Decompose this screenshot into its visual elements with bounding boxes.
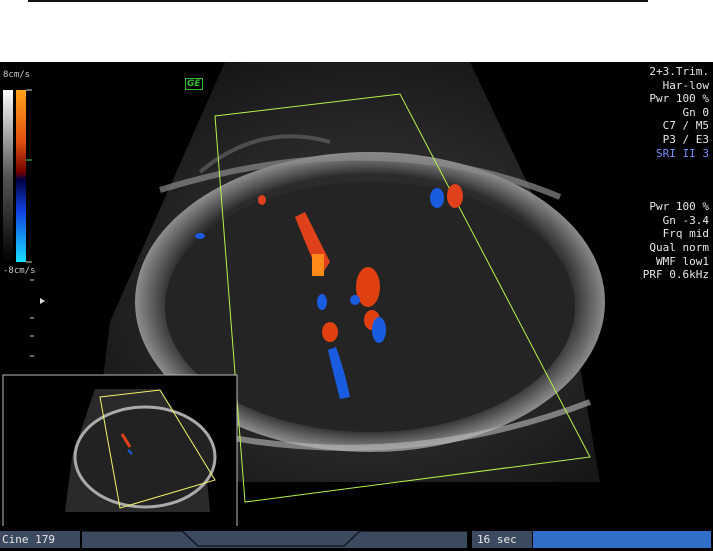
setting-cf-power: Pwr 100 % — [649, 200, 709, 214]
ultrasound-image — [2, 62, 605, 529]
setting-trimester: 2+3.Trim. — [649, 65, 709, 78]
setting-quality: Qual norm — [649, 240, 709, 254]
velocity-scale-top: 8cm/s — [3, 70, 31, 80]
setting-gain: Gn 0 — [682, 105, 710, 119]
cine-progress-fill — [533, 531, 711, 548]
inset-overview — [2, 374, 238, 529]
setting-persistence: P3 / E3 — [662, 132, 709, 146]
cine-scrubber[interactable] — [82, 531, 467, 548]
depth-markers — [30, 279, 34, 357]
setting-sri: SRI II 3 — [656, 146, 709, 160]
setting-frequency: Frq mid — [662, 227, 709, 241]
top-rule — [28, 0, 648, 2]
setting-cf-gain: Gn -3.4 — [662, 213, 709, 227]
velocity-scale-bottom: -8cm/s — [3, 266, 36, 276]
focus-marker-icon — [40, 298, 45, 304]
duration-label: 16 sec — [472, 531, 532, 548]
setting-harmonic: Har-low — [662, 78, 709, 92]
settings-panel: 2+3.Trim. Har-low Pwr 100 % Gn 0 C7 / M5… — [643, 65, 709, 282]
setting-wall-filter: WMF low1 — [656, 254, 709, 268]
color-scale-bar — [16, 90, 26, 262]
ge-logo: GE — [185, 78, 203, 90]
cine-bar: Cine 179 16 sec — [0, 526, 713, 551]
cine-label: Cine 179 — [0, 531, 80, 548]
setting-map: C7 / M5 — [662, 119, 709, 133]
cine-progress-bar — [533, 531, 711, 548]
ultrasound-screen: 8cm/s -8cm/s GE 2+3.Trim. Har-low Pwr 10… — [0, 62, 713, 551]
setting-prf: PRF 0.6kHz — [642, 268, 709, 282]
setting-power: Pwr 100 % — [649, 92, 709, 106]
gray-scale-bar — [3, 90, 13, 262]
